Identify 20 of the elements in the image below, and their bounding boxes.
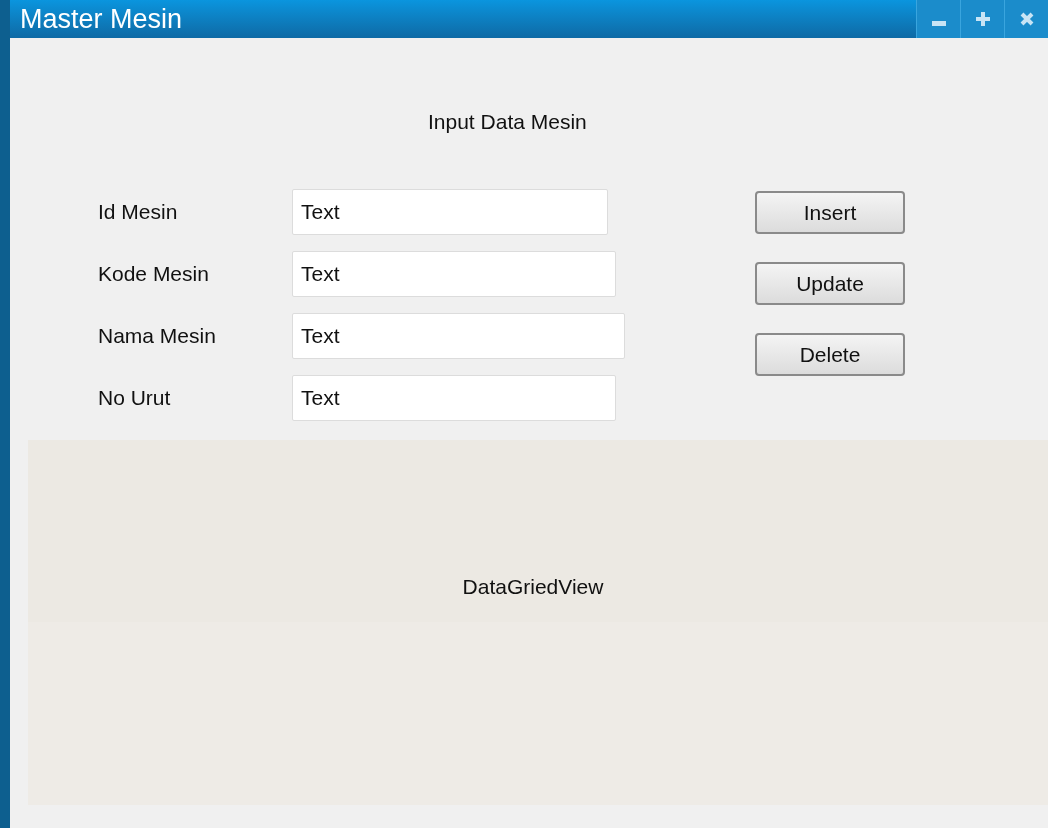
input-field[interactable]: Text	[292, 251, 616, 297]
input-field[interactable]: Text	[292, 189, 608, 235]
form-heading: Input Data Mesin	[428, 109, 587, 135]
field-label: Kode Mesin	[97, 261, 210, 288]
field-label: Id Mesin	[97, 199, 179, 226]
maximize-button[interactable]	[960, 0, 1004, 38]
action-button[interactable]: Delete	[755, 333, 905, 376]
action-button[interactable]: Update	[755, 262, 905, 305]
field-label: Nama Mesin	[97, 323, 217, 350]
input-field[interactable]: Text	[292, 375, 616, 421]
minimize-button[interactable]	[916, 0, 960, 38]
minimize-icon	[931, 21, 946, 27]
action-button[interactable]: Insert	[755, 191, 905, 234]
plus-icon	[975, 12, 990, 26]
close-button[interactable]	[1004, 0, 1048, 38]
close-icon	[1019, 12, 1034, 26]
input-field[interactable]: Text	[292, 313, 625, 359]
grid-label: DataGriedView	[462, 573, 604, 600]
field-label: No Urut	[97, 385, 172, 412]
window-title: Master Mesin	[19, 2, 183, 36]
